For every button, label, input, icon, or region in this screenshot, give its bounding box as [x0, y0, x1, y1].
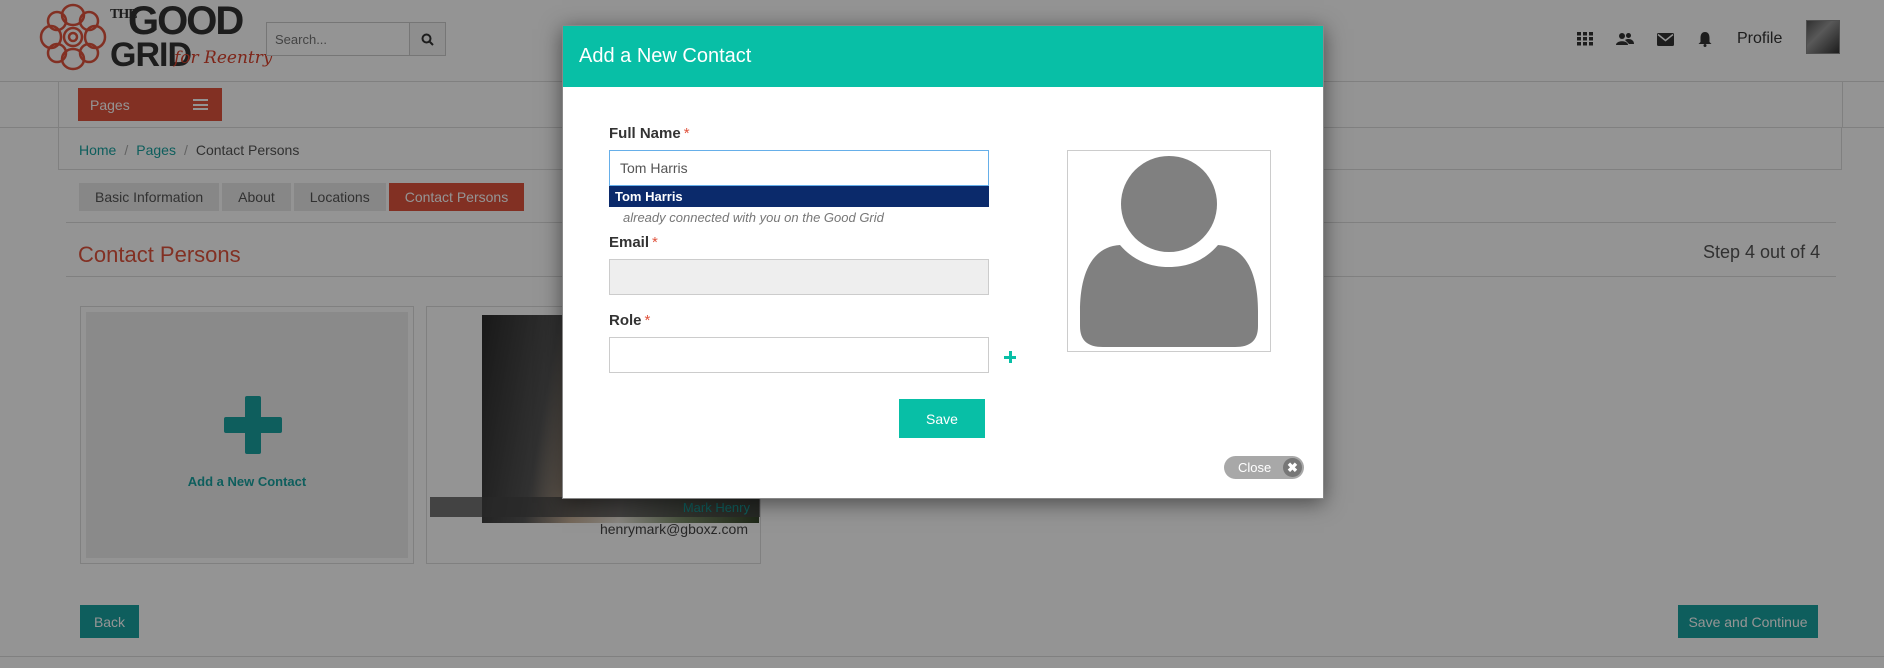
- required-marker: *: [652, 234, 658, 251]
- connection-hint: already connected with you on the Good G…: [623, 210, 884, 225]
- user-silhouette-icon: [1080, 156, 1258, 347]
- modal-title: Add a New Contact: [579, 45, 752, 67]
- required-marker: *: [644, 312, 651, 329]
- email-label: Email *: [609, 234, 658, 251]
- autocomplete-suggestion[interactable]: Tom Harris: [609, 186, 989, 207]
- close-button[interactable]: Close ✖: [1224, 456, 1304, 479]
- email-field[interactable]: [609, 259, 989, 295]
- role-field[interactable]: [609, 337, 989, 373]
- full-name-input[interactable]: Tom Harris: [609, 150, 989, 186]
- add-role-plus-icon[interactable]: [1004, 351, 1016, 363]
- close-label: Close: [1238, 460, 1272, 475]
- role-label: Role *: [609, 312, 651, 329]
- full-name-value: Tom Harris: [620, 160, 688, 176]
- modal-header: Add a New Contact: [563, 26, 1323, 87]
- required-marker: *: [683, 125, 690, 142]
- save-button[interactable]: Save: [899, 399, 985, 438]
- full-name-label: Full Name *: [609, 125, 690, 142]
- avatar-placeholder: [1067, 150, 1271, 352]
- close-icon: ✖: [1283, 458, 1302, 477]
- add-contact-modal: Add a New Contact Full Name * Tom Harris …: [562, 25, 1324, 499]
